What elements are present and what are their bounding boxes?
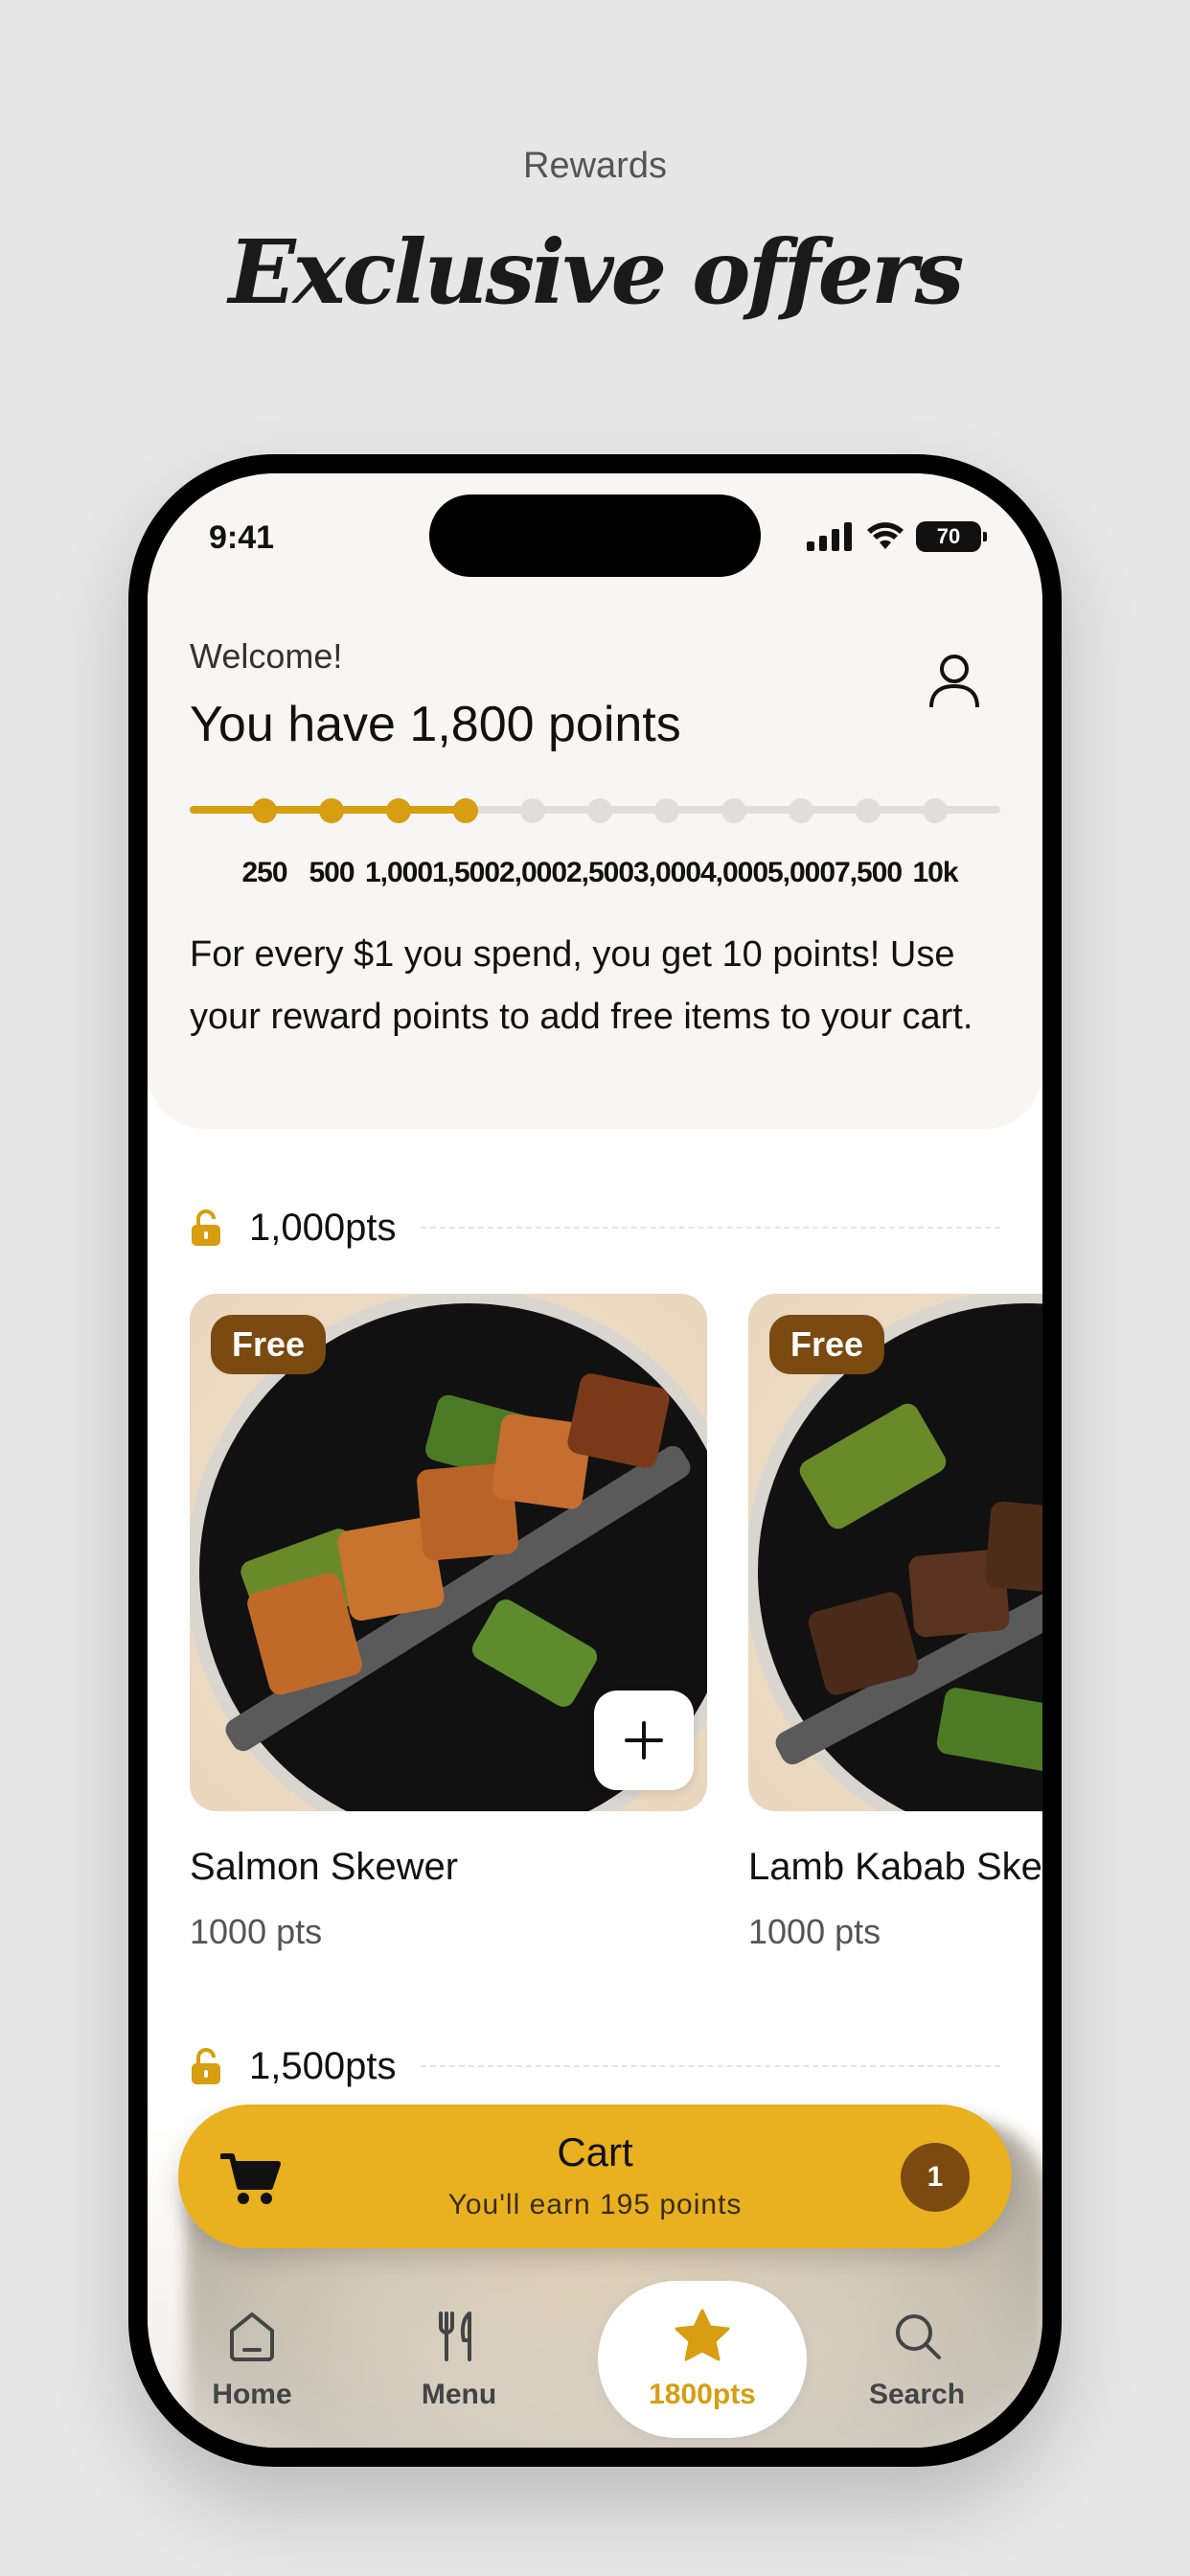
promo-title: Exclusive offers bbox=[228, 220, 965, 324]
milestone-label: 250 bbox=[241, 857, 287, 888]
points-title: You have 1,800 points bbox=[190, 697, 681, 752]
wifi-icon bbox=[867, 522, 904, 549]
tab-label: 1800pts bbox=[649, 2379, 756, 2410]
signal-icon bbox=[807, 522, 852, 551]
milestone-dot bbox=[789, 798, 813, 823]
milestone-label: 5,000 bbox=[767, 857, 835, 888]
milestone-dot bbox=[654, 798, 679, 823]
tab-label: Menu bbox=[421, 2379, 497, 2410]
cart-button[interactable]: Cart You'll earn 195 points 1 bbox=[178, 2104, 1012, 2248]
tier-label: 1,500pts bbox=[249, 2044, 397, 2087]
unlock-icon bbox=[192, 2048, 220, 2084]
star-icon bbox=[675, 2309, 730, 2361]
tab-bar: Home Menu 1800pts Search bbox=[148, 2275, 1042, 2448]
profile-button[interactable] bbox=[924, 650, 985, 711]
milestone-label: 500 bbox=[309, 857, 355, 888]
promo-eyebrow: Rewards bbox=[523, 146, 667, 186]
tier-divider bbox=[421, 2065, 1000, 2067]
milestone-dot bbox=[923, 798, 948, 823]
cart-count-badge: 1 bbox=[901, 2143, 970, 2212]
battery-icon: 70 bbox=[916, 521, 987, 552]
product-name: Lamb Kabab Skewer bbox=[748, 1846, 1042, 1888]
product-card[interactable]: Free Lamb Kabab Skewer 1000 pts bbox=[748, 1294, 1042, 1952]
welcome-text: Welcome! bbox=[190, 636, 343, 676]
milestone-label: 2,000 bbox=[498, 857, 567, 888]
milestone-label: 1,000 bbox=[364, 857, 433, 888]
add-to-cart-button[interactable] bbox=[594, 1690, 694, 1790]
tab-rewards[interactable]: 1800pts bbox=[598, 2281, 807, 2438]
plus-icon bbox=[625, 1721, 663, 1760]
milestone-label: 1,500 bbox=[431, 857, 500, 888]
product-card[interactable]: Free Salmon Skewer 1000 pts bbox=[190, 1294, 707, 1952]
product-name: Salmon Skewer bbox=[190, 1846, 459, 1888]
search-icon bbox=[896, 2314, 941, 2359]
home-icon bbox=[230, 2312, 274, 2361]
milestone-dot bbox=[520, 798, 545, 823]
dynamic-island bbox=[429, 494, 761, 577]
unlock-icon bbox=[192, 1209, 220, 1246]
milestone-dot bbox=[453, 798, 478, 823]
tab-home[interactable]: Home bbox=[148, 2275, 356, 2438]
free-badge: Free bbox=[211, 1315, 327, 1374]
status-time: 9:41 bbox=[209, 519, 275, 556]
milestone-dot bbox=[386, 798, 411, 823]
cart-earn-text: You'll earn 195 points bbox=[447, 2189, 743, 2220]
user-icon bbox=[929, 655, 979, 708]
free-badge: Free bbox=[769, 1315, 885, 1374]
milestone-label: 3,000 bbox=[632, 857, 701, 888]
tab-menu[interactable]: Menu bbox=[355, 2275, 563, 2438]
tab-label: Search bbox=[868, 2379, 966, 2410]
phone-frame: 9:41 70 Welcome! You have 1,800 points 2… bbox=[128, 454, 1062, 2467]
milestone-dot bbox=[252, 798, 277, 823]
milestone-label: 2,500 bbox=[565, 857, 634, 888]
app-screen: 9:41 70 Welcome! You have 1,800 points 2… bbox=[148, 473, 1042, 2448]
cart-title: Cart bbox=[557, 2129, 633, 2174]
milestone-dot bbox=[856, 798, 881, 823]
tier-label: 1,000pts bbox=[249, 1206, 397, 1249]
tier-header-1000: 1,000pts bbox=[190, 1204, 1000, 1252]
tier-divider bbox=[421, 1227, 1000, 1229]
product-image: Free bbox=[190, 1294, 707, 1811]
product-points: 1000 pts bbox=[190, 1912, 323, 1951]
tier-header-1500: 1,500pts bbox=[190, 2042, 1000, 2090]
tab-label: Home bbox=[212, 2379, 292, 2410]
tab-search[interactable]: Search bbox=[812, 2275, 1021, 2438]
milestone-label: 4,000 bbox=[699, 857, 768, 888]
milestone-dot bbox=[587, 798, 612, 823]
points-info-text: For every $1 you spend, you get 10 point… bbox=[190, 934, 973, 1037]
milestone-dot bbox=[319, 798, 344, 823]
utensils-icon bbox=[439, 2312, 471, 2361]
product-points: 1000 pts bbox=[748, 1912, 881, 1951]
product-image: Free bbox=[748, 1294, 1042, 1811]
status-icons: 70 bbox=[807, 521, 987, 552]
milestone-dot bbox=[721, 798, 746, 823]
milestone-label: 7,500 bbox=[834, 857, 903, 888]
milestone-label: 10k bbox=[912, 857, 958, 888]
